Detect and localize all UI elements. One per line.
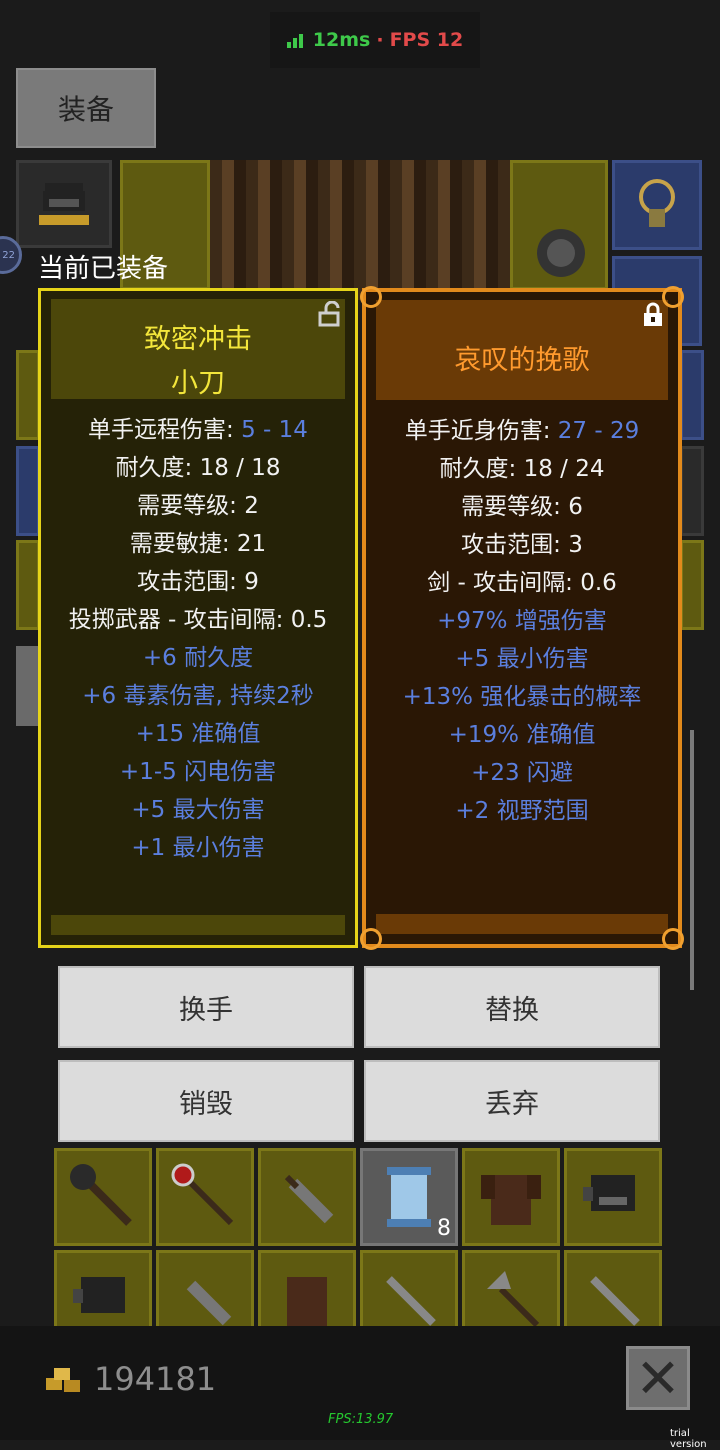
gold-icon (46, 1368, 80, 1392)
inventory-slot[interactable] (156, 1250, 254, 1328)
stat-line: 耐久度: 18 / 18 (115, 455, 281, 481)
fps-text: FPS 12 (389, 29, 464, 51)
corner-ornament (360, 928, 382, 950)
stat-line: 需要敏捷: 21 (129, 531, 267, 557)
replace-button[interactable]: 替换 (364, 966, 660, 1048)
helmet-icon (583, 1175, 635, 1211)
swap-hand-button[interactable]: 换手 (58, 966, 354, 1048)
stat-line: 耐久度: 18 / 24 (439, 456, 605, 482)
stat-line: 需要等级: 6 (461, 494, 583, 520)
stat-line: 剑 - 攻击间隔: 0.6 (427, 570, 617, 596)
inventory-slot[interactable] (462, 1250, 560, 1328)
item-name: 哀叹的挽歌 (454, 345, 590, 376)
equipped-caption: 当前已装备 (38, 254, 169, 284)
lock-icon[interactable] (640, 302, 666, 328)
item-card-new: 致密冲击 小刀 单手远程伤害: 5 - 14 耐久度: 18 / 18 需要等级… (38, 288, 358, 948)
bonus-line: +15 准确值 (135, 721, 261, 747)
sword-icon (590, 1276, 640, 1326)
item-card-equipped: 哀叹的挽歌 单手近身伤害: 27 - 29 耐久度: 18 / 24 需要等级:… (360, 286, 684, 950)
gold-amount: 194181 (94, 1360, 217, 1398)
equip-slot-side1[interactable] (16, 350, 40, 440)
bonus-line: +13% 强化暴击的概率 (402, 684, 642, 710)
stat-line: 攻击范围: 3 (461, 532, 583, 558)
stat-line: 投掷武器 - 攻击间隔: 0.5 (68, 607, 328, 633)
fps-footer: FPS:13.97 (328, 1412, 394, 1427)
corner-ornament (360, 286, 382, 308)
item-stats: 单手远程伤害: 5 - 14 耐久度: 18 / 18 需要等级: 2 需要敏捷… (41, 411, 355, 867)
equip-slot-side5[interactable] (680, 446, 704, 536)
inventory-slot[interactable] (156, 1148, 254, 1246)
knife-icon (186, 1280, 232, 1326)
stat-line: 单手远程伤害: 5 - 14 (88, 417, 308, 443)
inventory-slot[interactable] (258, 1148, 356, 1246)
side-tab[interactable] (16, 646, 38, 726)
item-stats: 单手近身伤害: 27 - 29 耐久度: 18 / 24 需要等级: 6 攻击范… (366, 412, 678, 830)
equip-slot-amulet[interactable] (612, 160, 702, 250)
close-icon: ✕ (635, 1346, 681, 1410)
character-scene (210, 160, 510, 300)
axe-icon (487, 1271, 540, 1328)
signal-icon (286, 32, 303, 48)
bonus-line: +1 最小伤害 (131, 835, 265, 861)
stat-line: 攻击范围: 9 (137, 569, 259, 595)
bonus-line: +6 毒素伤害, 持续2秒 (82, 683, 314, 709)
bonus-line: +5 最大伤害 (131, 797, 265, 823)
equip-slot-weapon-right[interactable] (510, 160, 608, 290)
bonus-line: +23 闪避 (471, 760, 573, 786)
mace-icon (70, 1164, 132, 1226)
close-button[interactable]: ✕ (626, 1346, 690, 1410)
card-footer (376, 914, 668, 934)
equip-slot-side4[interactable] (680, 350, 704, 440)
leather-armor-icon (481, 1175, 541, 1225)
ping-text: 12ms (312, 29, 371, 51)
inventory-slot[interactable] (360, 1250, 458, 1328)
item-name-line1: 致密冲击 (144, 324, 252, 355)
item-name-line2: 小刀 (171, 368, 225, 399)
inventory-slot[interactable] (54, 1250, 152, 1328)
inventory-slot[interactable] (54, 1148, 152, 1246)
bonus-line: +97% 增强伤害 (437, 608, 607, 634)
stat-line: 需要等级: 2 (137, 493, 259, 519)
inventory-slot[interactable]: 8 (360, 1148, 458, 1246)
bonus-line: +6 耐久度 (142, 645, 254, 671)
equip-slot-side3[interactable] (16, 540, 40, 630)
bonus-line: +19% 准确值 (448, 722, 596, 748)
knife-icon (284, 1174, 334, 1224)
drop-button[interactable]: 丢弃 (364, 1060, 660, 1142)
leather-armor-icon (287, 1277, 327, 1327)
equip-slot-side2[interactable] (16, 446, 40, 536)
staff-icon (171, 1163, 234, 1226)
stat-line: 单手近身伤害: 27 - 29 (404, 418, 640, 444)
inventory-scrollbar[interactable] (690, 730, 694, 990)
helmet-icon (73, 1277, 125, 1313)
inventory-slot[interactable] (462, 1148, 560, 1246)
separator-dot: · (376, 29, 384, 51)
stack-count: 8 (437, 1216, 451, 1241)
bonus-line: +5 最小伤害 (455, 646, 589, 672)
shield-icon (537, 229, 585, 277)
equip-slot-side6[interactable] (680, 540, 704, 630)
horned-helmet-icon (35, 177, 93, 225)
inventory-slot[interactable] (564, 1148, 662, 1246)
sword-icon (386, 1276, 436, 1326)
tab-equipment[interactable]: 装备 (16, 68, 156, 148)
equip-slot-helmet[interactable] (16, 160, 112, 248)
bonus-line: +1-5 闪电伤害 (119, 759, 277, 785)
corner-ornament (662, 928, 684, 950)
inventory-grid: 8 (54, 1148, 666, 1328)
bonus-line: +2 视野范围 (455, 798, 589, 824)
card-footer (51, 915, 345, 935)
amulet-icon (639, 179, 675, 227)
destroy-button[interactable]: 销毁 (58, 1060, 354, 1142)
network-status: 12ms · FPS 12 (270, 12, 480, 68)
trial-label: trial version (670, 1428, 707, 1450)
inventory-slot[interactable] (564, 1250, 662, 1328)
inventory-slot[interactable] (258, 1250, 356, 1328)
